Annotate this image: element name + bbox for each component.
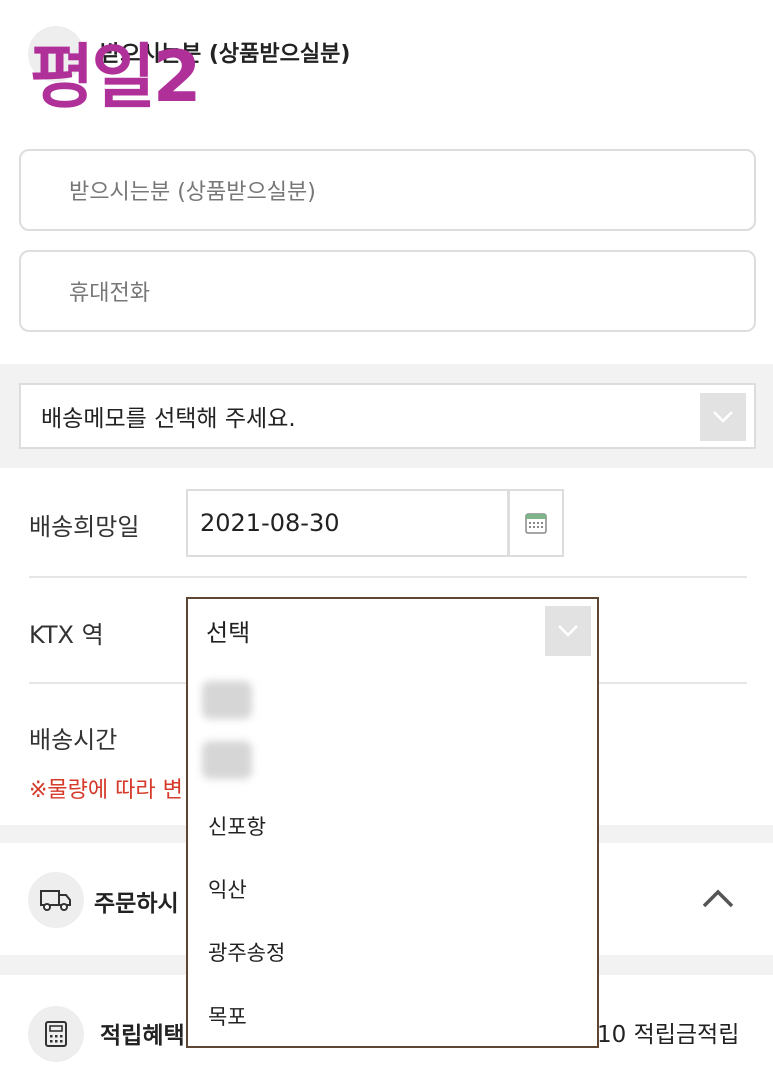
- ktx-station-dropdown[interactable]: 신포항 익산 광주송정 목포: [186, 661, 599, 1048]
- calendar-button[interactable]: [508, 489, 564, 557]
- delivery-time-note: ※물량에 따라 변: [29, 778, 183, 803]
- recipient-name-placeholder: 받으시는분 (상품받으실분): [69, 180, 316, 205]
- recipient-phone-placeholder: 휴대전화: [69, 281, 150, 306]
- recipient-section: 받으시는분 (상품받으실분) 평일2: [0, 0, 773, 140]
- delivery-memo-select[interactable]: 배송메모를 선택해 주세요.: [19, 383, 756, 449]
- rewards-section-title: 적립혜택: [100, 1023, 185, 1049]
- rewards-points-text: 10 적립금적립: [597, 1022, 740, 1048]
- calculator-icon: [45, 1021, 67, 1047]
- truck-icon: [40, 890, 71, 911]
- chevron-down-icon[interactable]: [700, 393, 746, 441]
- ktx-station-select[interactable]: 선택: [186, 597, 599, 663]
- orderer-icon-circle: [28, 872, 84, 928]
- dropdown-option-blurred[interactable]: [202, 741, 252, 779]
- dropdown-option[interactable]: 목포: [208, 1001, 247, 1031]
- delivery-date-value: 2021-08-30: [200, 509, 340, 537]
- divider: [29, 576, 747, 578]
- orderer-section-title: 주문하시: [94, 891, 179, 917]
- calendar-icon: [525, 513, 547, 534]
- dropdown-option[interactable]: 신포항: [208, 811, 266, 841]
- rewards-icon-circle: [28, 1006, 84, 1062]
- weekday-overlay-label: 평일2: [30, 36, 202, 118]
- dropdown-option-blurred[interactable]: [202, 681, 252, 719]
- ktx-station-value: 선택: [206, 618, 251, 647]
- delivery-time-label: 배송시간: [29, 726, 118, 754]
- chevron-down-icon[interactable]: [545, 606, 591, 656]
- recipient-phone-input[interactable]: 휴대전화: [19, 250, 756, 332]
- delivery-memo-value: 배송메모를 선택해 주세요.: [41, 406, 296, 432]
- delivery-date-label: 배송희망일: [29, 513, 140, 541]
- recipient-name-input[interactable]: 받으시는분 (상품받으실분): [19, 149, 756, 231]
- ktx-station-label: KTX 역: [29, 621, 104, 649]
- dropdown-option[interactable]: 익산: [208, 874, 247, 904]
- dropdown-option[interactable]: 광주송정: [208, 937, 285, 967]
- delivery-date-input[interactable]: 2021-08-30: [186, 489, 509, 557]
- chevron-up-icon[interactable]: [700, 880, 736, 916]
